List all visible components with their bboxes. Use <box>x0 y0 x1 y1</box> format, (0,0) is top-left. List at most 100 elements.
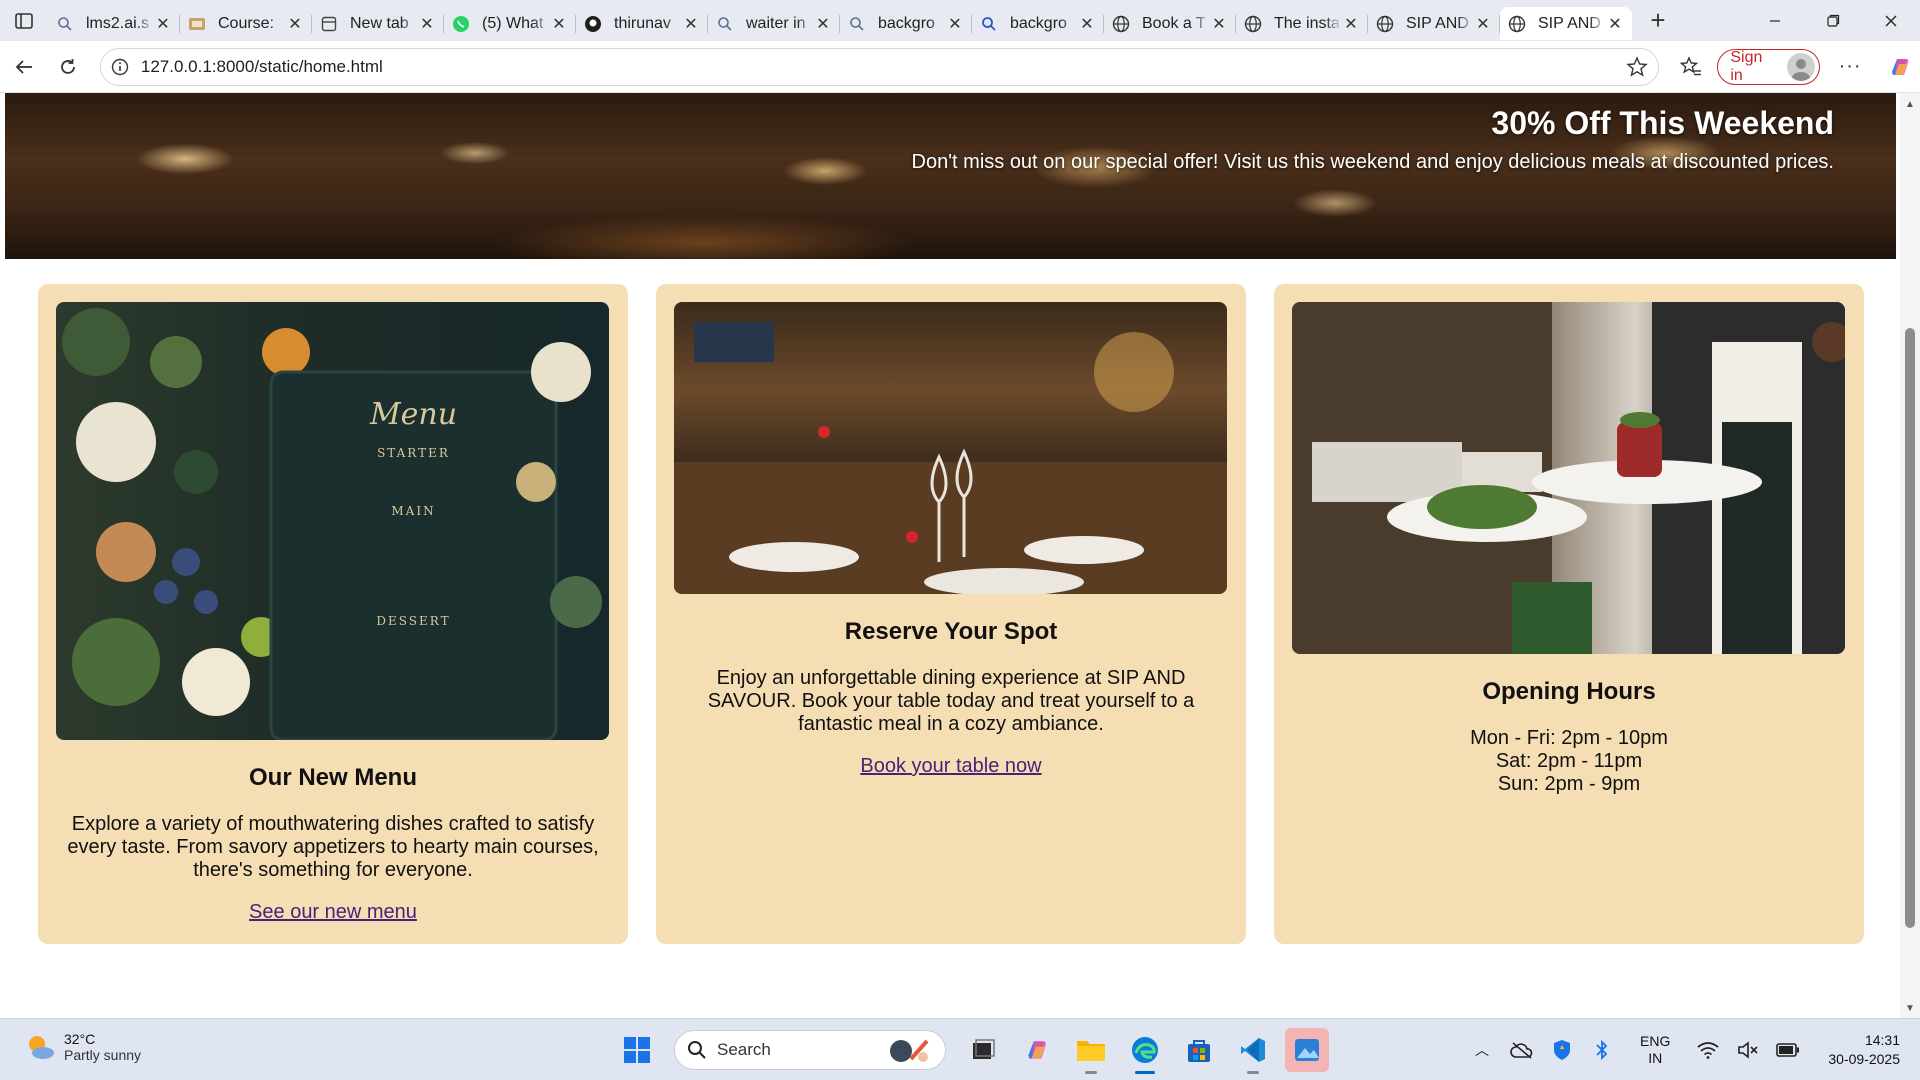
copilot-button[interactable] <box>1880 47 1920 87</box>
close-tab-icon[interactable]: ✕ <box>418 15 436 33</box>
tab-title: Course: <box>218 14 275 32</box>
copilot-app-button[interactable] <box>1015 1028 1059 1072</box>
tab-strip: lms2.ai.s ✕ Course: ✕ New tab ✕ (5) What… <box>0 0 1920 41</box>
system-clock[interactable]: 14:31 30-09-2025 <box>1828 1031 1900 1069</box>
hero-title: 30% Off This Weekend <box>1491 105 1834 141</box>
newtab-icon <box>320 15 338 33</box>
close-tab-icon[interactable]: ✕ <box>814 15 832 33</box>
search-icon <box>716 15 734 33</box>
restore-icon <box>1826 14 1839 27</box>
browser-tab[interactable]: Book a T ✕ <box>1104 7 1236 40</box>
tab-title: (5) What <box>482 14 544 32</box>
close-tab-icon[interactable]: ✕ <box>1474 15 1492 33</box>
volume-muted-icon <box>1738 1041 1758 1059</box>
show-hidden-icons-button[interactable]: ︿ <box>1466 1034 1498 1066</box>
tab-title: SIP AND <box>1538 14 1601 32</box>
globe-icon <box>1508 15 1526 33</box>
search-icon <box>56 15 74 33</box>
browser-tab-active[interactable]: SIP AND ✕ <box>1500 7 1632 40</box>
taskbar-search[interactable]: Search <box>674 1030 946 1070</box>
tab-title: thirunav <box>614 14 671 32</box>
course-favicon-icon <box>188 15 206 33</box>
photos-button[interactable] <box>1285 1028 1329 1072</box>
edge-button[interactable] <box>1123 1028 1167 1074</box>
ellipsis-icon: ··· <box>1838 55 1862 77</box>
url-text[interactable]: 127.0.0.1:8000/static/home.html <box>141 57 1627 77</box>
close-tab-icon[interactable]: ✕ <box>1606 15 1624 33</box>
task-view-button[interactable] <box>961 1028 1005 1072</box>
close-tab-icon[interactable]: ✕ <box>946 15 964 33</box>
hero-banner: 30% Off This Weekend Don't miss out on o… <box>5 93 1896 259</box>
onedrive-button[interactable] <box>1506 1034 1538 1066</box>
favorites-button[interactable] <box>1671 47 1711 87</box>
language-indicator[interactable]: ENG IN <box>1640 1033 1670 1067</box>
new-tab-button[interactable]: + <box>1638 4 1678 38</box>
address-bar[interactable]: 127.0.0.1:8000/static/home.html <box>99 47 1660 86</box>
bluetooth-button[interactable] <box>1586 1034 1618 1066</box>
shield-icon <box>1554 1040 1571 1060</box>
close-window-button[interactable] <box>1862 0 1920 41</box>
wifi-button[interactable] <box>1692 1034 1724 1066</box>
close-tab-icon[interactable]: ✕ <box>1210 15 1228 33</box>
tab-title: New tab <box>350 14 409 32</box>
browser-tab[interactable]: backgro ✕ <box>972 7 1104 40</box>
volume-button[interactable] <box>1732 1034 1764 1066</box>
tab-actions-button[interactable] <box>0 1 48 41</box>
sign-in-label: Sign in <box>1730 48 1763 84</box>
close-tab-icon[interactable]: ✕ <box>154 15 172 33</box>
security-button[interactable] <box>1546 1034 1578 1066</box>
card-text: Enjoy an unforgettable dining experience… <box>707 667 1195 735</box>
minimize-button[interactable] <box>1746 0 1804 41</box>
menu-board-main: MAIN <box>391 504 436 518</box>
browser-tab[interactable]: (5) What ✕ <box>444 7 576 40</box>
edge-icon <box>1132 1037 1158 1063</box>
sign-in-button[interactable]: Sign in <box>1717 48 1821 85</box>
battery-button[interactable] <box>1772 1034 1804 1066</box>
windows-start-icon <box>624 1037 650 1063</box>
card-text: Explore a variety of mouthwatering dishe… <box>67 813 599 881</box>
start-button[interactable] <box>615 1028 659 1072</box>
page-scrollbar[interactable]: ▲ ▼ <box>1900 93 1920 1018</box>
browser-tab[interactable]: waiter in ✕ <box>708 7 840 40</box>
scroll-up-icon[interactable]: ▲ <box>1905 99 1915 110</box>
back-button[interactable] <box>4 47 44 87</box>
menu-board-title: Menu <box>369 397 458 432</box>
reload-button[interactable] <box>48 47 88 87</box>
tab-title: backgro <box>1010 14 1067 32</box>
browser-tab[interactable]: Course: ✕ <box>180 7 312 40</box>
browser-tab[interactable]: backgro ✕ <box>840 7 972 40</box>
bluetooth-icon <box>1596 1039 1608 1061</box>
favorite-star-icon[interactable] <box>1626 55 1649 78</box>
minimize-icon <box>1770 19 1780 22</box>
book-table-link[interactable]: Book your table now <box>656 755 1246 778</box>
file-explorer-button[interactable] <box>1069 1028 1113 1074</box>
browser-tab[interactable]: The insta ✕ <box>1236 7 1368 40</box>
tab-title: backgro <box>878 14 935 32</box>
site-info-icon[interactable] <box>111 58 129 76</box>
scroll-down-icon[interactable]: ▼ <box>1905 1003 1915 1014</box>
taskbar-apps: Search <box>610 1028 1334 1074</box>
tab-title: SIP AND <box>1406 14 1469 32</box>
globe-icon <box>1376 15 1394 33</box>
vscode-button[interactable] <box>1231 1028 1275 1074</box>
weather-widget[interactable]: 32°C Partly sunny <box>24 1031 141 1063</box>
restore-button[interactable] <box>1804 0 1862 41</box>
browser-tab[interactable]: SIP AND ✕ <box>1368 7 1500 40</box>
see-menu-link[interactable]: See our new menu <box>38 901 628 924</box>
tab-title: lms2.ai.s <box>86 14 150 32</box>
scroll-thumb[interactable] <box>1905 328 1915 928</box>
browser-tab[interactable]: lms2.ai.s ✕ <box>48 7 180 40</box>
close-tab-icon[interactable]: ✕ <box>550 15 568 33</box>
vscode-icon <box>1241 1038 1265 1062</box>
window-controls <box>1746 0 1920 41</box>
close-tab-icon[interactable]: ✕ <box>286 15 304 33</box>
close-tab-icon[interactable]: ✕ <box>1078 15 1096 33</box>
store-button[interactable] <box>1177 1028 1221 1072</box>
browser-tab[interactable]: thirunav ✕ <box>576 7 708 40</box>
more-options-button[interactable]: ··· <box>1830 47 1870 87</box>
menu-board-starter: STARTER <box>377 446 450 460</box>
browser-tab[interactable]: New tab ✕ <box>312 7 444 40</box>
close-tab-icon[interactable]: ✕ <box>1342 15 1360 33</box>
close-tab-icon[interactable]: ✕ <box>682 15 700 33</box>
tab-title: waiter in <box>746 14 806 32</box>
